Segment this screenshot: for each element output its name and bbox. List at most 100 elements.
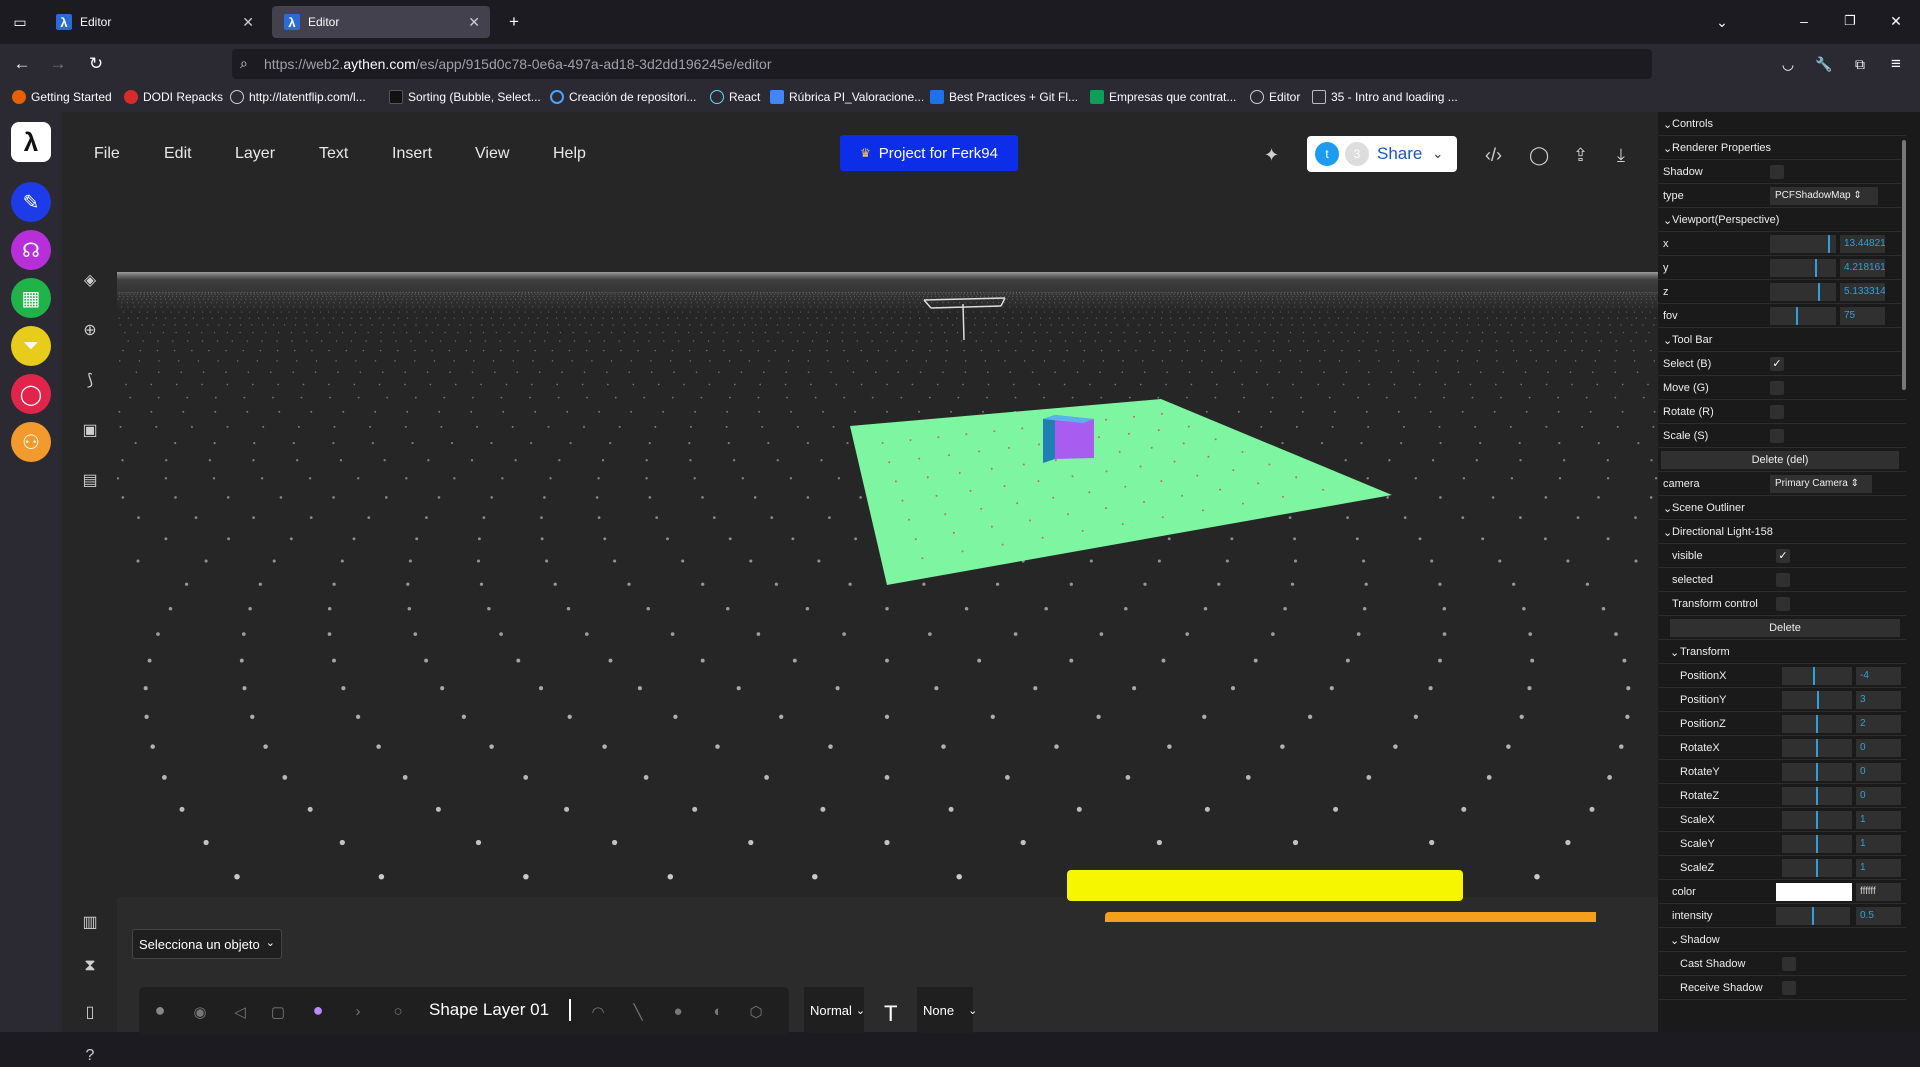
transform-header[interactable]: ⌄ Transform <box>1658 640 1906 664</box>
close-icon[interactable]: ✕ <box>468 14 480 31</box>
cube-side[interactable] <box>1043 415 1055 463</box>
text-tool-icon[interactable]: T <box>884 1001 897 1027</box>
chat-icon[interactable]: ◯ <box>11 374 51 414</box>
project-button[interactable]: ♛ Project for Ferk94 <box>840 135 1018 171</box>
sphere-icon[interactable]: ● <box>669 1003 687 1021</box>
chevron-down-icon[interactable]: ⌄ <box>1712 12 1732 32</box>
menu-view[interactable]: View <box>475 145 509 163</box>
url-bar[interactable]: ⌕ https://web2. aythen.com/es/app/915d0c7… <box>232 49 1652 79</box>
timeline-track[interactable] <box>1105 912 1596 922</box>
renderer-header[interactable]: ⌄ Renderer Properties <box>1658 136 1906 160</box>
line-icon[interactable]: ╲ <box>629 1003 647 1021</box>
back-icon[interactable]: ← <box>12 54 32 74</box>
rotatez-value[interactable]: 0 <box>1856 787 1901 805</box>
scalez-slider[interactable] <box>1782 859 1852 877</box>
reload-icon[interactable]: ↻ <box>86 54 106 74</box>
positiony-slider[interactable] <box>1782 691 1852 709</box>
color-value[interactable]: ffffff <box>1856 883 1901 901</box>
panel-scrollbar[interactable] <box>1902 140 1906 390</box>
tool-checkbox[interactable] <box>1770 405 1784 419</box>
path-icon[interactable]: ⟆ <box>80 370 100 390</box>
tool-checkbox[interactable] <box>1770 381 1784 395</box>
scalez-value[interactable]: 1 <box>1856 859 1901 877</box>
tab-editor-2[interactable]: λ Editor ✕ <box>272 6 490 38</box>
mask-icon[interactable]: ◠ <box>589 1003 607 1021</box>
restore-icon[interactable]: ❐ <box>1840 11 1860 31</box>
delete-button[interactable]: Delete <box>1670 619 1900 637</box>
scene-outliner-header[interactable]: ⌄ Scene Outliner <box>1658 496 1906 520</box>
tab-list-icon[interactable]: ▭ <box>10 12 30 32</box>
positionz-value[interactable]: 2 <box>1856 715 1901 733</box>
bookmark-item[interactable]: Getting Started <box>12 90 112 104</box>
bookmark-item[interactable]: DODI Repacks <box>124 90 223 104</box>
close-icon[interactable]: ✕ <box>242 14 254 31</box>
positionx-value[interactable]: -4 <box>1856 667 1901 685</box>
positionx-slider[interactable] <box>1782 667 1852 685</box>
close-window-icon[interactable]: ✕ <box>1886 11 1906 31</box>
bookmark-item[interactable]: Empresas que contrat... <box>1090 90 1236 104</box>
record-icon[interactable]: ● <box>151 1000 169 1020</box>
rotatex-slider[interactable] <box>1782 739 1852 757</box>
upload-icon[interactable]: ⇪ <box>1573 145 1588 166</box>
bookmark-item[interactable]: Best Practices + Git Fl... <box>930 90 1078 104</box>
scene-canvas[interactable] <box>117 182 1658 897</box>
menu-icon[interactable]: ≡ <box>1886 54 1906 74</box>
speaker-icon[interactable]: ◁ <box>231 1003 249 1021</box>
scalex-slider[interactable] <box>1782 811 1852 829</box>
add-circle-icon[interactable]: ⊕ <box>80 320 100 340</box>
pencil-icon[interactable]: ✎ <box>11 182 51 222</box>
bookmark-item[interactable]: 35 - Intro and loading ... <box>1312 90 1458 104</box>
transform-control-checkbox[interactable] <box>1776 597 1790 611</box>
viewport-y-value[interactable]: 4.218161 <box>1840 259 1885 277</box>
menu-help[interactable]: Help <box>553 145 586 163</box>
forward-icon[interactable]: → <box>48 54 68 74</box>
ground-plane[interactable] <box>850 399 1392 585</box>
menu-layer[interactable]: Layer <box>235 145 275 163</box>
code-icon[interactable]: ‹/› <box>1485 145 1502 166</box>
help-icon[interactable]: ? <box>80 1047 100 1067</box>
bookmark-item[interactable]: http://latentflip.com/l... <box>230 90 366 104</box>
receive-shadow-checkbox[interactable] <box>1782 981 1796 995</box>
viewport-fov-value[interactable]: 75 <box>1840 307 1885 325</box>
toolbar-header[interactable]: ⌄ Tool Bar <box>1658 328 1906 352</box>
intensity-value[interactable]: 0.5 <box>1856 907 1901 925</box>
minimize-icon[interactable]: – <box>1794 11 1814 31</box>
contrast-icon[interactable]: ◐ <box>709 1003 727 1021</box>
viewport-fov-slider[interactable] <box>1770 307 1836 325</box>
rotatey-value[interactable]: 0 <box>1856 763 1901 781</box>
cast-shadow-checkbox[interactable] <box>1782 957 1796 971</box>
bookmark-item[interactable]: Rúbrica PI_Valoracione... <box>770 90 924 104</box>
positiony-value[interactable]: 3 <box>1856 691 1901 709</box>
headset-icon[interactable]: ☊ <box>11 230 51 270</box>
viewport-y-slider[interactable] <box>1770 259 1836 277</box>
tool-checkbox[interactable] <box>1770 429 1784 443</box>
menu-file[interactable]: File <box>94 145 120 163</box>
scaley-value[interactable]: 1 <box>1856 835 1901 853</box>
shadow-section-header[interactable]: ⌄ Shadow <box>1658 928 1906 952</box>
magic-wand-icon[interactable]: ✦ <box>1264 145 1279 166</box>
shadow-checkbox[interactable] <box>1770 165 1784 179</box>
tool-checkbox[interactable]: ✓ <box>1770 357 1784 371</box>
wrench-icon[interactable]: 🔧 <box>1814 54 1834 74</box>
viewport-header[interactable]: ⌄ Viewport(Perspective) <box>1658 208 1906 232</box>
store-icon[interactable]: ▦ <box>11 278 51 318</box>
hourglass-icon[interactable]: ⧗ <box>80 957 100 977</box>
light-header[interactable]: ⌄ Directional Light-158 <box>1658 520 1906 544</box>
comment-icon[interactable]: ◯ <box>1529 145 1549 166</box>
menu-text[interactable]: Text <box>319 145 348 163</box>
bookmark-item[interactable]: React <box>710 90 760 104</box>
rotatey-slider[interactable] <box>1782 763 1852 781</box>
selected-checkbox[interactable] <box>1776 573 1790 587</box>
table-icon[interactable]: ▤ <box>80 470 100 490</box>
bookmark-item[interactable]: Editor <box>1250 90 1300 104</box>
pocket-icon[interactable]: ◡ <box>1778 54 1798 74</box>
chart-icon[interactable]: ▥ <box>80 912 100 932</box>
rotatex-value[interactable]: 0 <box>1856 739 1901 757</box>
layer-color-icon[interactable]: ● <box>309 1000 327 1020</box>
3d-viewport[interactable] <box>117 182 1658 897</box>
text-mode-select[interactable]: None ⌄ <box>917 987 977 1033</box>
tab-editor-1[interactable]: λ Editor ✕ <box>44 6 264 38</box>
type-select[interactable]: PCFShadowMap ⇕ <box>1770 187 1878 205</box>
book-icon[interactable]: ▯ <box>80 1002 100 1022</box>
delete-del-button[interactable]: Delete (del) <box>1661 451 1899 469</box>
